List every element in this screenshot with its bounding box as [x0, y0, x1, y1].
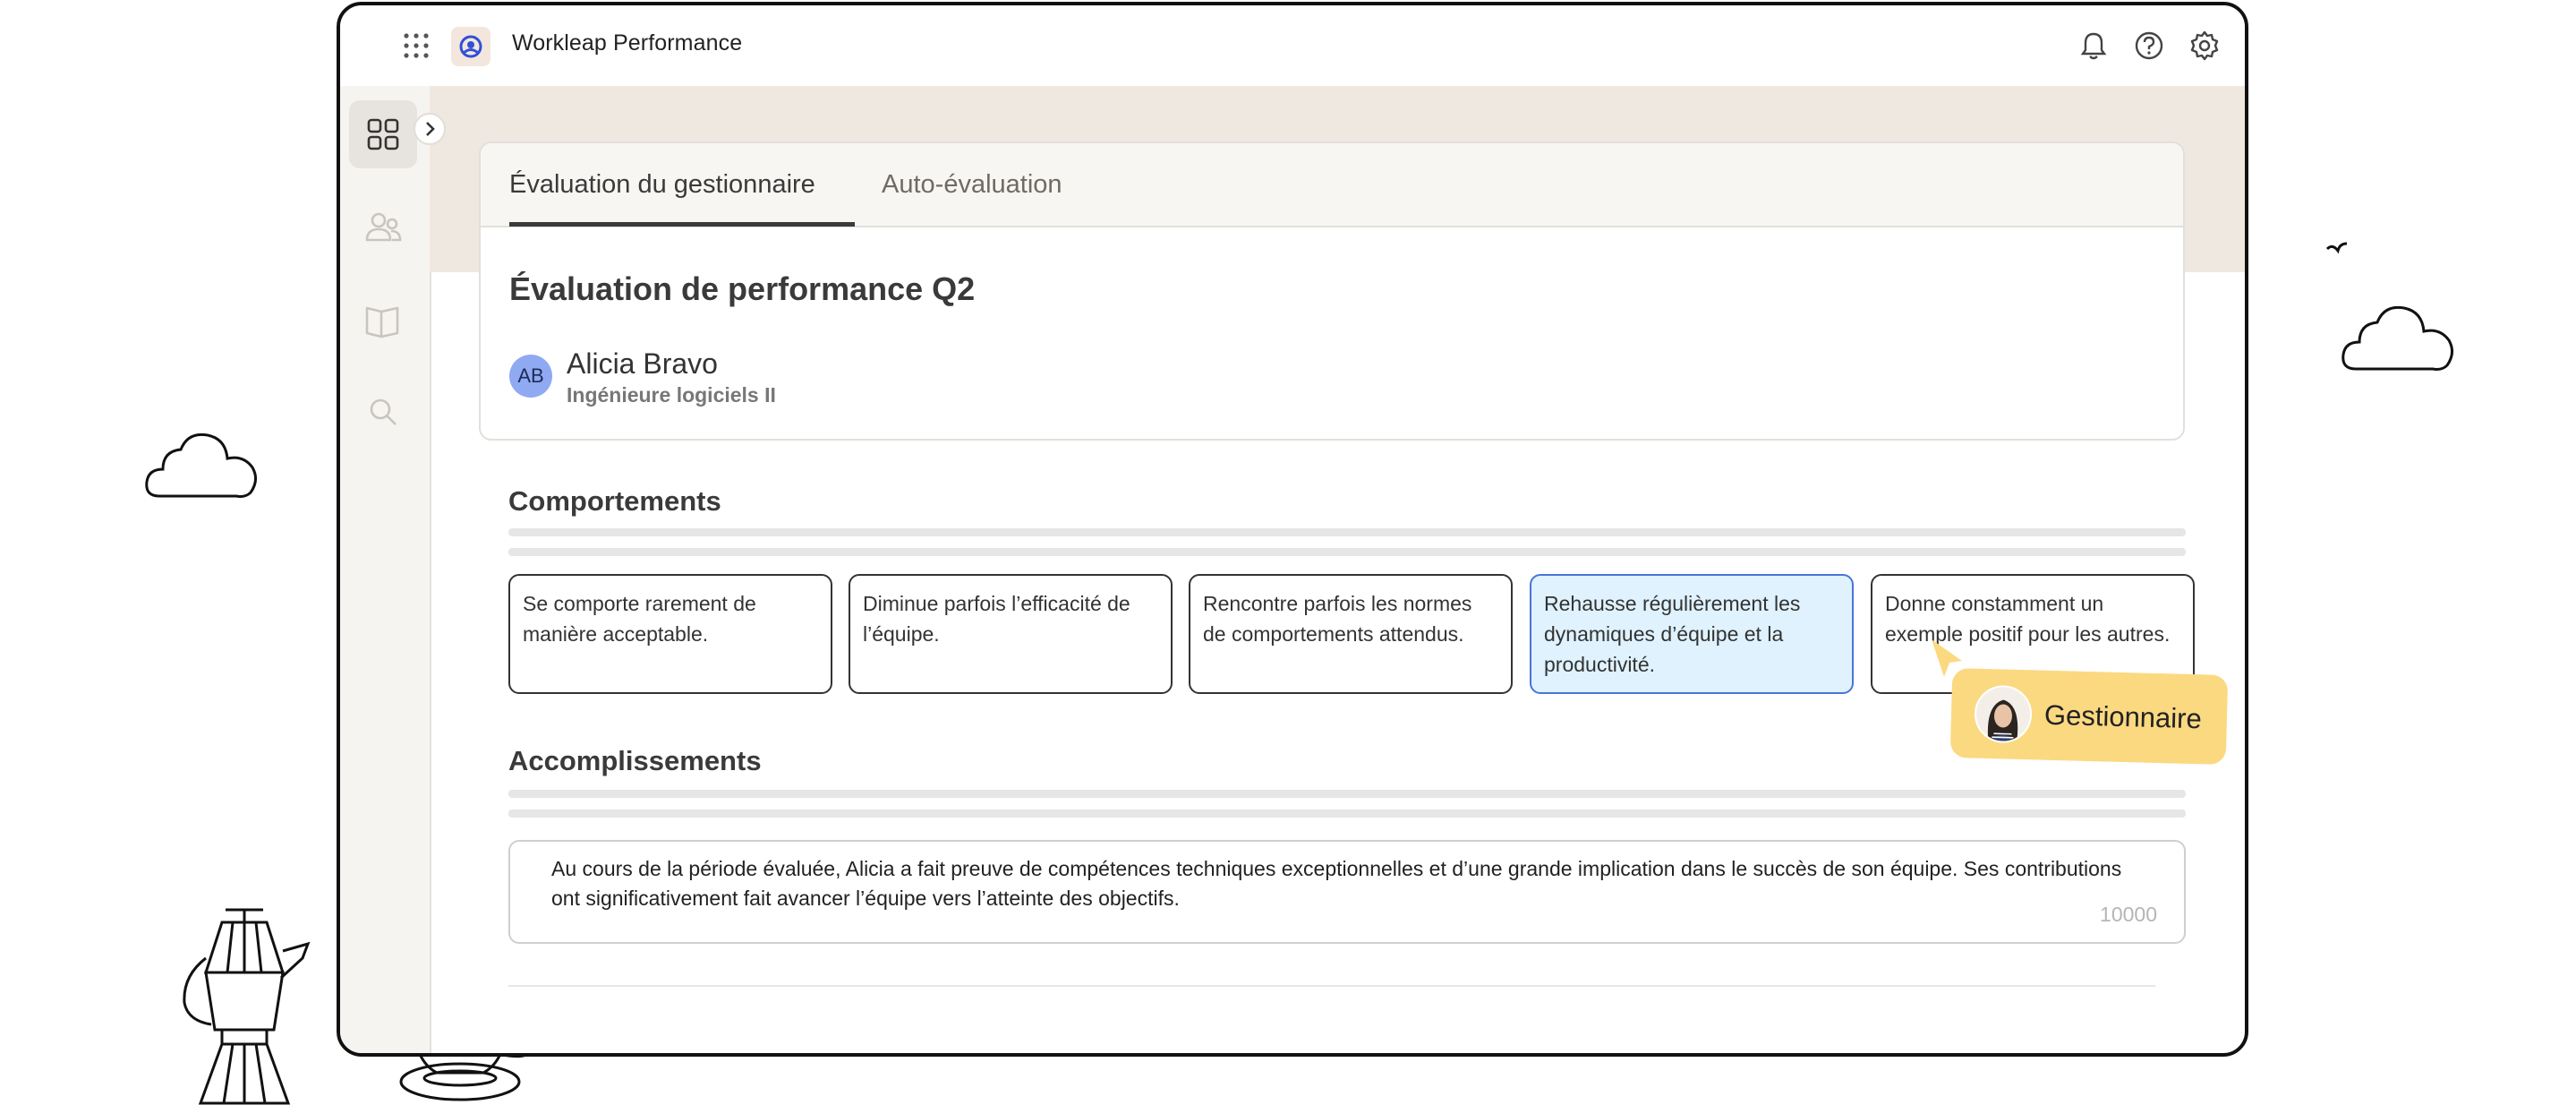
character-counter: 10000: [2100, 903, 2157, 926]
employee-role: Ingénieure logiciels II: [567, 383, 776, 407]
workleap-logo-icon: [451, 27, 490, 66]
chevron-right-icon: [426, 122, 435, 136]
employee-name: Alicia Bravo: [567, 347, 718, 380]
tab-manager-review[interactable]: Évaluation du gestionnaire: [509, 170, 815, 200]
divider: [508, 985, 2155, 987]
sidebar-item-search[interactable]: [349, 378, 417, 446]
bird-icon: [2325, 242, 2348, 254]
sidebar-item-library[interactable]: [349, 287, 417, 355]
search-icon: [370, 398, 397, 425]
sidebar-item-people[interactable]: [349, 193, 417, 261]
sidebar-expand-button[interactable]: [414, 113, 446, 145]
section-title-behaviors: Comportements: [508, 485, 721, 517]
review-card: Évaluation du gestionnaire Auto-évaluati…: [479, 141, 2185, 441]
accomplishments-textarea[interactable]: Au cours de la période évaluée, Alicia a…: [508, 840, 2186, 944]
app-title: Workleap Performance: [512, 30, 743, 56]
skeleton-bar: [508, 790, 2186, 798]
settings-icon[interactable]: [2188, 29, 2222, 63]
behavior-option-4[interactable]: Rehausse régulièrement les dynamiques d’…: [1530, 574, 1854, 694]
skeleton-bar: [508, 809, 2186, 818]
help-icon[interactable]: [2132, 29, 2166, 63]
page-title: Évaluation de performance Q2: [509, 270, 976, 307]
bell-icon[interactable]: [2077, 29, 2111, 63]
pointer-cursor-icon: [1932, 639, 1962, 677]
cloud-left-icon: [145, 433, 257, 498]
avatar: AB: [509, 355, 552, 398]
manager-avatar: [1974, 684, 2033, 744]
people-icon: [365, 212, 402, 242]
book-icon: [365, 306, 399, 338]
selection-tag: Gestionnaire: [1949, 667, 2229, 766]
sidebar: [340, 86, 446, 1053]
tab-bar: Évaluation du gestionnaire Auto-évaluati…: [481, 143, 2183, 227]
skeleton-bar: [508, 528, 2186, 536]
top-bar: Workleap Performance: [340, 5, 2245, 86]
coffee-pot-icon: [183, 908, 311, 1105]
dashboard-icon: [367, 118, 399, 150]
behavior-option-2[interactable]: Diminue parfois l’efficacité de l’équipe…: [849, 574, 1173, 694]
sidebar-item-dashboard[interactable]: [349, 100, 417, 168]
skeleton-bar: [508, 548, 2186, 556]
active-tab-indicator: [509, 222, 855, 227]
apps-grid-icon[interactable]: [403, 32, 430, 59]
behavior-option-3[interactable]: Rencontre parfois les normes de comporte…: [1189, 574, 1513, 694]
app-window: Workleap Performance Évaluation du gesti…: [337, 2, 2248, 1057]
section-title-accomplishments: Accomplissements: [508, 745, 762, 776]
tab-self-review[interactable]: Auto-évaluation: [882, 170, 1062, 200]
accomplishments-text: Au cours de la période évaluée, Alicia a…: [551, 857, 2122, 910]
selection-tag-label: Gestionnaire: [2043, 698, 2203, 735]
behavior-option-1[interactable]: Se comporte rarement de manière acceptab…: [508, 574, 832, 694]
cloud-right-icon: [2341, 305, 2453, 371]
